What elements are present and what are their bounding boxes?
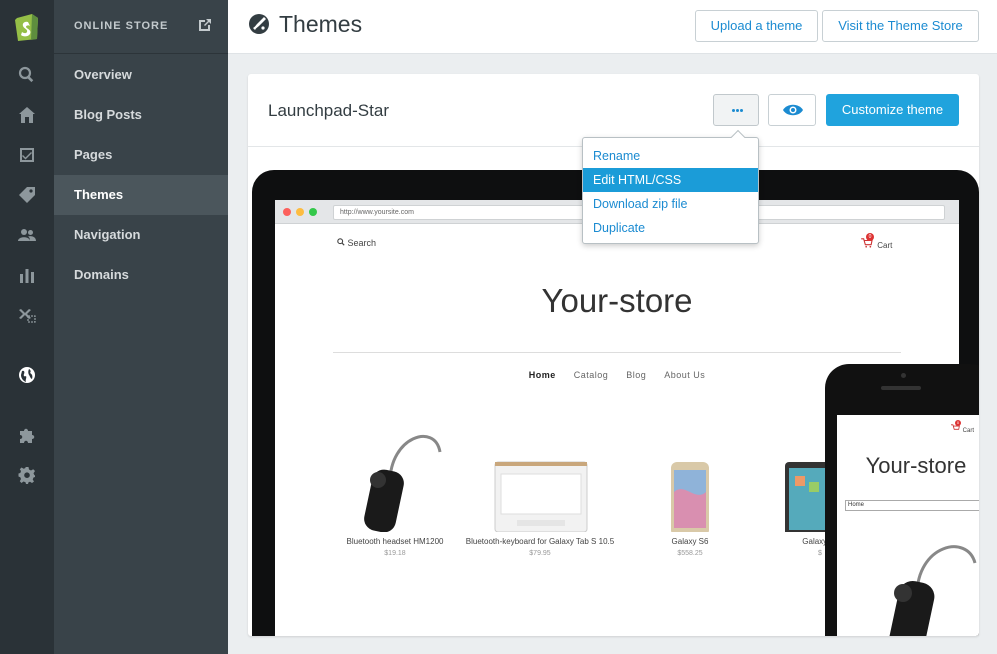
upload-theme-button[interactable]: Upload a theme [695,10,818,42]
sidebar-item-themes[interactable]: Themes [54,175,228,215]
speaker [881,386,921,390]
shopify-logo-icon[interactable] [12,10,42,42]
visit-theme-store-button[interactable]: Visit the Theme Store [822,10,979,42]
cart-count: 0 [866,233,874,241]
dot [732,109,735,112]
sidebar-item-blog-posts[interactable]: Blog Posts [54,95,228,135]
phone-product-image [615,422,765,536]
home-icon[interactable] [15,103,39,127]
menu-item-duplicate[interactable]: Duplicate [583,216,758,240]
subnav-header: ONLINE STORE [54,0,228,54]
product-name: Galaxy S6 [671,537,709,546]
minimize-dot [296,208,304,216]
headset-image [857,535,979,636]
themes-brush-icon [248,13,270,35]
globe-icon[interactable] [15,363,39,387]
product-price: $79.95 [529,550,551,557]
sidebar-item-navigation[interactable]: Navigation [54,215,228,255]
divider [333,352,901,353]
preview-button[interactable] [768,94,816,126]
mobile-preview: 0 Cart Your-store Home [825,364,979,636]
eye-icon [783,103,803,122]
mobile-screen: 0 Cart Your-store Home [837,415,979,636]
menu-item-rename[interactable]: Rename [583,144,758,168]
headset-image [320,422,470,533]
theme-actions-menu: Rename Edit HTML/CSS Download zip file D… [582,129,759,244]
customize-theme-button[interactable]: Customize theme [826,94,959,126]
nav-blog: Blog [626,370,647,380]
product-card: Galaxy S6 $558.25 [615,422,765,557]
store-title: Your-store [541,282,693,319]
nav-about: About Us [664,370,706,380]
cart-icon: 0 [951,420,961,432]
cart-label: Cart [877,241,893,250]
dot [736,109,739,112]
dot [740,109,743,112]
search-icon[interactable] [15,63,39,87]
site-search: Search [337,238,376,248]
mobile-store-title: Your-store [865,453,967,478]
sidebar-item-overview[interactable]: Overview [54,55,228,95]
more-actions-button[interactable] [713,94,759,126]
product-price: $19.18 [384,550,406,557]
icon-rail [0,0,54,654]
product-name: Bluetooth-keyboard for Galaxy Tab S 10.5 [465,537,615,546]
maximize-dot [309,208,317,216]
section-title: ONLINE STORE [74,20,169,32]
sidebar-item-pages[interactable]: Pages [54,135,228,175]
menu-item-edit-html-css[interactable]: Edit HTML/CSS [583,168,758,192]
external-link-icon[interactable] [198,18,212,32]
mobile-cart: 0 Cart [951,420,975,434]
keyboard-image [465,422,615,533]
settings-icon[interactable] [15,463,39,487]
orders-icon[interactable] [15,143,39,167]
product-name: Bluetooth headset HM1200 [346,537,444,546]
sidebar-item-domains[interactable]: Domains [54,255,228,295]
online-store-nav: ONLINE STORE Overview Blog Posts Pages T… [54,0,228,654]
apps-icon[interactable] [15,423,39,447]
cart-count: 0 [955,420,961,426]
site-cart: 0 Cart [861,233,893,250]
product-card: Bluetooth-keyboard for Galaxy Tab S 10.5… [465,422,615,557]
customers-icon[interactable] [15,223,39,247]
product-card: Bluetooth headset HM1200 $19.18 [320,422,470,557]
tag-icon[interactable] [15,183,39,207]
camera [901,373,906,378]
search-label: Search [347,238,377,248]
nav-catalog: Catalog [573,370,609,380]
reports-icon[interactable] [15,263,39,287]
page-title: Themes [279,11,363,37]
product-price: $558.25 [677,550,703,557]
cart-icon: 0 [861,233,875,248]
menu-item-download-zip[interactable]: Download zip file [583,192,758,216]
theme-name: Launchpad-Star [268,101,389,120]
search-icon [337,238,345,246]
mobile-nav-select: Home [845,500,979,511]
cart-label: Cart [962,428,975,434]
close-dot [283,208,291,216]
page-header: Themes Upload a theme Visit the Theme St… [228,0,997,54]
discounts-icon[interactable] [15,303,39,327]
nav-home: Home [528,370,556,380]
